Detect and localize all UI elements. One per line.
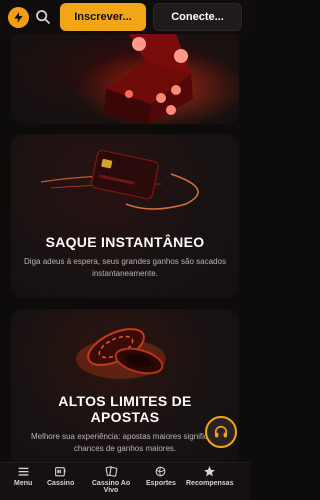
nav-item-sports[interactable]: Esportes [146, 465, 176, 487]
slot-machine-icon [55, 467, 66, 477]
card-title-high-limits-line2: APOSTAS [90, 409, 160, 425]
lightning-bolt-icon [14, 12, 23, 23]
feature-card-instant-withdrawal: SAQUE INSTANTÂNEO Diga adeus à espera, s… [11, 134, 239, 298]
nav-label-casino: Cassino [47, 480, 75, 487]
nav-label-sports: Esportes [146, 480, 176, 487]
feature-card-high-limits: ALTOS LIMITES DE APOSTAS Melhore sua exp… [11, 309, 239, 469]
nav-item-menu[interactable]: Menu [14, 465, 32, 487]
logo[interactable] [8, 7, 29, 28]
casino-chips-icon [76, 328, 166, 379]
credit-card-icon [40, 150, 199, 210]
nav-item-casino[interactable]: Cassino [47, 465, 74, 487]
login-button[interactable]: Conecte... [153, 3, 242, 31]
nav-item-live-casino[interactable]: Cassino Ao Vivo [88, 465, 134, 494]
card-description-high-limits: Melhore sua experiência: apostas maiores… [30, 432, 220, 453]
signup-button[interactable]: Inscrever... [60, 3, 146, 31]
star-icon [204, 466, 216, 477]
menu-icon [18, 467, 29, 476]
card-title-instant-withdrawal: SAQUE INSTANTÂNEO [45, 234, 205, 250]
cards-icon [105, 466, 117, 477]
top-header: Inscrever... Conecte... [0, 0, 250, 34]
nav-item-rewards[interactable]: Recompensas [186, 465, 233, 487]
feature-card-dice [11, 34, 239, 124]
bottom-nav: Menu Cassino Cassino Ao Vivo Esportes Re… [0, 462, 250, 500]
ball-icon [156, 466, 166, 477]
headset-icon [214, 425, 228, 438]
nav-label-rewards: Recompensas [186, 480, 234, 487]
card-description-instant-withdrawal: Diga adeus à espera, seus grandes ganhos… [24, 257, 226, 278]
nav-label-menu: Menu [14, 480, 33, 487]
card-title-high-limits-line1: ALTOS LIMITES DE [58, 393, 192, 409]
nav-label-live-casino: Cassino Ao Vivo [91, 480, 131, 494]
search-icon[interactable] [35, 9, 51, 25]
dice-icon [76, 34, 239, 124]
support-button[interactable] [205, 416, 237, 448]
